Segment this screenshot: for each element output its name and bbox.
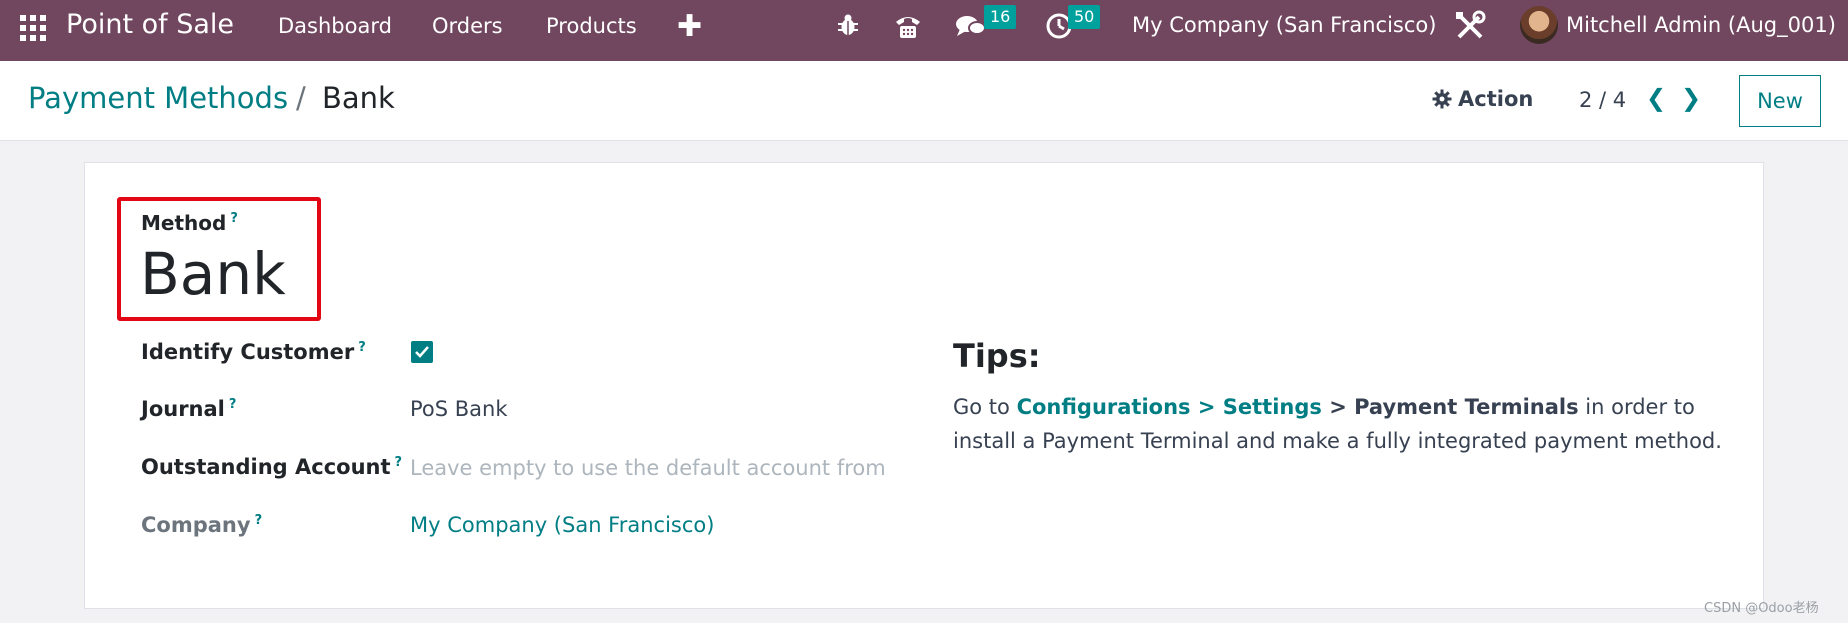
tips-text: Go to Configurations > Settings > Paymen…: [953, 390, 1733, 458]
debug-bug-icon[interactable]: [836, 12, 860, 42]
menu-orders[interactable]: Orders: [432, 14, 503, 38]
pager-previous-icon[interactable]: ❮: [1641, 83, 1671, 113]
outstanding-account-input[interactable]: Leave empty to use the default account f…: [410, 456, 886, 480]
breadcrumb-separator: /: [296, 81, 306, 115]
identify-customer-checkbox[interactable]: [411, 341, 433, 363]
journal-field[interactable]: PoS Bank: [410, 397, 508, 421]
add-menu-icon[interactable]: ✚: [677, 9, 702, 44]
pager-next-icon[interactable]: ❯: [1676, 83, 1706, 113]
menu-dashboard[interactable]: Dashboard: [278, 14, 392, 38]
app-grid-icon[interactable]: [20, 15, 46, 41]
company-help-icon[interactable]: ?: [255, 513, 263, 528]
user-menu[interactable]: Mitchell Admin (Aug_001): [1566, 13, 1836, 37]
control-panel: Payment Methods / Bank Action 2 / 4 ❮ ❯ …: [0, 61, 1848, 141]
identify-customer-label: Identify Customer?: [141, 340, 366, 364]
top-navbar: Point of Sale Dashboard Orders Products …: [0, 0, 1848, 61]
chat-icon[interactable]: [955, 13, 987, 43]
configurations-settings-link[interactable]: Configurations > Settings: [1017, 395, 1322, 419]
pager-value[interactable]: 2 / 4: [1579, 88, 1626, 112]
company-field[interactable]: My Company (San Francisco): [410, 513, 714, 537]
method-name-field[interactable]: Bank: [140, 240, 286, 308]
new-button[interactable]: New: [1739, 75, 1821, 127]
app-brand[interactable]: Point of Sale: [66, 9, 234, 40]
watermark: CSDN @Odoo老杨: [1704, 601, 1819, 616]
company-label: Company?: [141, 513, 263, 537]
payment-terminals-label: Payment Terminals: [1354, 395, 1579, 419]
outstanding-account-help-icon[interactable]: ?: [395, 455, 403, 470]
tips-title: Tips:: [953, 337, 1041, 375]
tools-icon[interactable]: [1454, 10, 1486, 46]
action-button[interactable]: Action: [1432, 87, 1533, 111]
activities-count-badge: 50: [1068, 5, 1101, 29]
journal-help-icon[interactable]: ?: [229, 397, 237, 412]
breadcrumb-payment-methods[interactable]: Payment Methods: [28, 81, 288, 115]
identify-customer-help-icon[interactable]: ?: [358, 340, 366, 355]
method-label: Method?: [141, 211, 238, 235]
method-help-icon[interactable]: ?: [230, 211, 238, 226]
tips-separator: >: [1321, 395, 1355, 419]
messages-count-badge: 16: [984, 5, 1017, 29]
form-sheet: [84, 162, 1764, 609]
user-avatar[interactable]: [1520, 6, 1558, 44]
gear-icon: [1432, 89, 1452, 109]
tips-prefix: Go to: [953, 395, 1017, 419]
action-label: Action: [1458, 87, 1534, 111]
menu-products[interactable]: Products: [546, 14, 637, 38]
breadcrumb-current: Bank: [322, 81, 395, 115]
journal-label: Journal?: [141, 397, 237, 421]
outstanding-account-label: Outstanding Account?: [141, 455, 403, 479]
company-switcher[interactable]: My Company (San Francisco): [1132, 13, 1436, 37]
phone-icon[interactable]: [893, 12, 923, 44]
